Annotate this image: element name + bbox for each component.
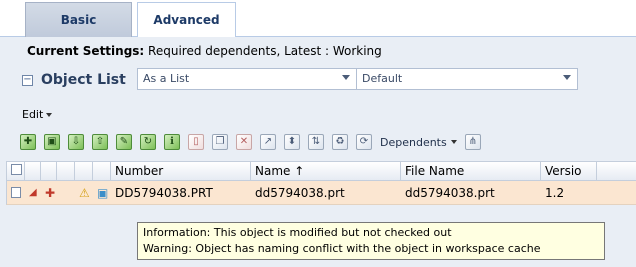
cell-version: 1.2 bbox=[545, 185, 565, 200]
filter-select-value: Default bbox=[362, 72, 403, 85]
edit-menu[interactable]: Edit bbox=[22, 108, 53, 121]
sort-icon[interactable]: ⇅ bbox=[308, 134, 324, 150]
cell-name[interactable]: dd5794038.prt bbox=[251, 181, 401, 205]
dependents-label: Dependents bbox=[380, 135, 447, 149]
dependents-menu[interactable]: Dependents bbox=[380, 136, 457, 149]
edit-menu-label: Edit bbox=[22, 108, 44, 121]
select-all-header[interactable] bbox=[7, 162, 25, 180]
chevron-down-icon bbox=[563, 75, 571, 80]
header-col-1 bbox=[25, 162, 41, 180]
checkout-icon[interactable]: ⇩ bbox=[68, 134, 84, 150]
tab-strip: Basic Advanced bbox=[0, 0, 636, 38]
refresh-icon[interactable]: ⟳ bbox=[356, 134, 372, 150]
workspace-icon[interactable]: ▣ bbox=[44, 134, 60, 150]
header-col-4 bbox=[75, 162, 93, 180]
header-name[interactable]: Name ↑ bbox=[251, 162, 401, 180]
add-icon[interactable]: ✚ bbox=[20, 134, 36, 150]
status-tooltip: Information: This object is modified but… bbox=[137, 222, 605, 260]
dropdown-caret-icon bbox=[450, 140, 457, 144]
navigate-icon[interactable]: ⬍ bbox=[284, 134, 300, 150]
header-file-name[interactable]: File Name bbox=[401, 162, 541, 180]
delete-icon[interactable]: ▯ bbox=[188, 134, 204, 150]
current-settings-value: Required dependents, Latest : Working bbox=[144, 44, 382, 58]
object-list-title: Object List bbox=[41, 72, 126, 88]
cell-number[interactable]: DD5794038.PRT bbox=[111, 181, 251, 205]
update-icon[interactable]: ↻ bbox=[140, 134, 156, 150]
info-icon[interactable]: ℹ bbox=[164, 134, 180, 150]
header-col-2 bbox=[41, 162, 57, 180]
recycle-icon[interactable]: ♻ bbox=[332, 134, 348, 150]
header-col-5 bbox=[93, 162, 111, 180]
structure-icon[interactable]: ⋔ bbox=[464, 134, 481, 150]
table-header: Number Name ↑ File Name Versio bbox=[6, 161, 636, 181]
header-version[interactable]: Versio bbox=[541, 162, 597, 180]
collapse-icon[interactable]: − bbox=[22, 74, 33, 86]
current-settings-label: Current Settings: bbox=[27, 44, 145, 58]
row-checkbox-cell[interactable] bbox=[7, 181, 25, 205]
tab-advanced[interactable]: Advanced bbox=[137, 2, 236, 38]
table-row[interactable]: ◢ ✚ ⚠ ▣ DD5794038.PRT dd5794038.prt dd57… bbox=[6, 181, 636, 205]
modified-status-icon: ◢ bbox=[29, 187, 37, 198]
current-settings: Current Settings: Required dependents, L… bbox=[27, 44, 382, 58]
new-icon[interactable]: ↗ bbox=[260, 134, 276, 150]
part-icon: ▣ bbox=[97, 185, 109, 200]
chevron-down-icon bbox=[342, 75, 350, 80]
view-select[interactable]: As a List bbox=[137, 68, 357, 90]
tab-basic[interactable]: Basic bbox=[25, 2, 132, 37]
cell-file-name[interactable]: dd5794038.prt bbox=[401, 181, 541, 205]
object-list-header: − Object List bbox=[22, 68, 132, 92]
object-table: Number Name ↑ File Name Versio ◢ ✚ ⚠ ▣ D… bbox=[6, 161, 636, 205]
new-object-icon: ✚ bbox=[45, 185, 56, 200]
header-number[interactable]: Number bbox=[111, 162, 251, 180]
header-col-3 bbox=[57, 162, 75, 180]
row-checkbox[interactable] bbox=[11, 187, 21, 198]
lock-status-icon bbox=[57, 181, 75, 205]
checkin-icon[interactable]: ⇧ bbox=[92, 134, 108, 150]
cancel-icon[interactable]: ✕ bbox=[236, 134, 252, 150]
dropdown-caret-icon bbox=[46, 113, 53, 117]
view-select-value: As a List bbox=[143, 72, 190, 85]
tooltip-warning-line: Warning: Object has naming conflict with… bbox=[143, 242, 541, 255]
warning-icon[interactable]: ⚠ bbox=[75, 181, 93, 205]
revise-icon[interactable]: ✎ bbox=[116, 134, 132, 150]
tooltip-info-line: Information: This object is modified but… bbox=[143, 226, 452, 239]
select-all-checkbox[interactable] bbox=[11, 164, 22, 175]
filter-select[interactable]: Default bbox=[356, 68, 578, 90]
copy-icon[interactable]: ❐ bbox=[212, 134, 228, 150]
toolbar: ✚ ▣ ⇩ ⇧ ✎ ↻ ℹ ▯ ❐ ✕ ↗ ⬍ ⇅ ♻ ⟳ Dependents… bbox=[20, 131, 636, 153]
